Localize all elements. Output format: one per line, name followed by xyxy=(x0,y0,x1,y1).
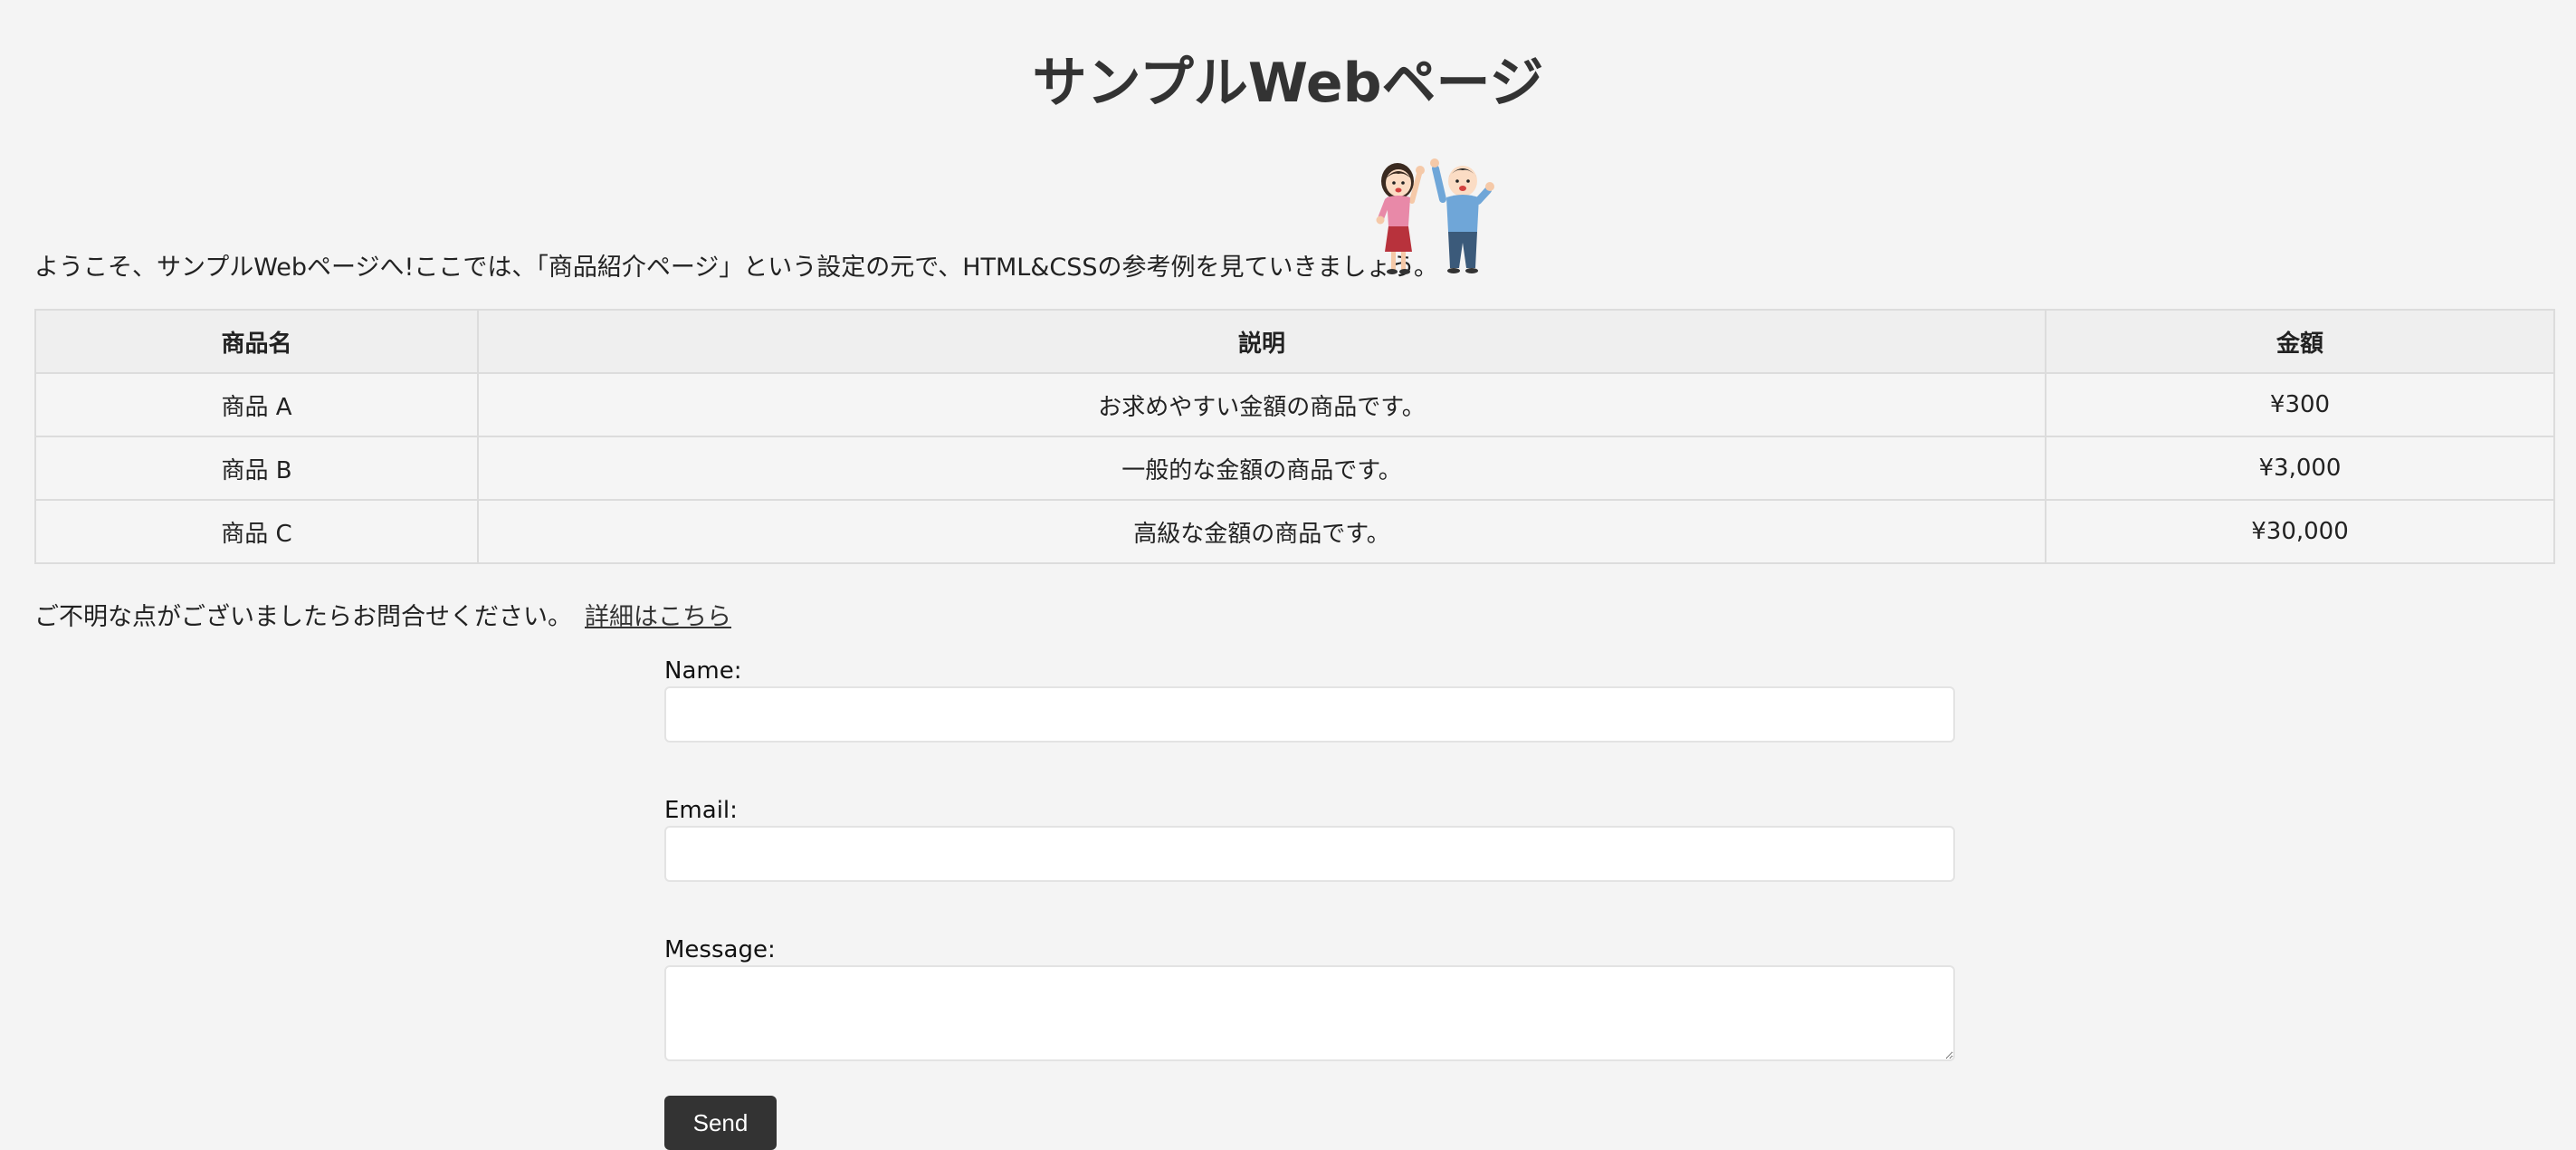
notice-text: ご不明な点がございましたらお問合せください。 xyxy=(34,603,572,631)
name-label: Name: xyxy=(664,657,742,685)
product-description-cell: お求めやすい金額の商品です。 xyxy=(477,372,2046,437)
page-title: サンプルWebページ xyxy=(1032,52,1544,115)
message-label: Message: xyxy=(664,936,776,963)
message-field[interactable] xyxy=(664,965,1955,1061)
product-price-cell: ¥30,000 xyxy=(2045,499,2555,564)
intro-text: ようこそ、サンプルWebページへ!ここでは、「商品紹介ページ」という設定の元で、… xyxy=(34,254,1438,282)
email-field[interactable] xyxy=(664,826,1955,882)
details-link[interactable]: 詳細はこちら xyxy=(585,603,731,631)
send-button[interactable]: Send xyxy=(664,1096,777,1150)
boy-figure xyxy=(1430,158,1494,273)
email-label: Email: xyxy=(664,797,738,824)
table-row: 商品 B 一般的な金額の商品です。 ¥3,000 xyxy=(34,436,2555,501)
cheering-couple-illustration xyxy=(1376,158,1494,274)
product-price-cell: ¥300 xyxy=(2045,372,2555,437)
name-field[interactable] xyxy=(664,686,1955,743)
header-description: 説明 xyxy=(477,309,2046,374)
product-name-cell: 商品 C xyxy=(34,499,479,564)
table-row: 商品 C 高級な金額の商品です。 ¥30,000 xyxy=(34,499,2555,564)
product-description-cell: 高級な金額の商品です。 xyxy=(477,499,2046,564)
header-product-name: 商品名 xyxy=(34,309,479,374)
table-header-row: 商品名 説明 金額 xyxy=(34,309,2555,374)
page: サンプルWebページ ようこそ、サンプルWebページへ!ここでは、「商品紹介ペー… xyxy=(0,0,2576,1150)
table-row: 商品 A お求めやすい金額の商品です。 ¥300 xyxy=(34,372,2555,437)
girl-figure xyxy=(1376,163,1425,274)
inquiry-notice: ご不明な点がございましたらお問合せください。 詳細はこちら xyxy=(34,599,731,636)
contact-form: Name: Email: Message: Send xyxy=(664,656,1955,1150)
product-price-cell: ¥3,000 xyxy=(2045,436,2555,501)
product-name-cell: 商品 B xyxy=(34,436,479,501)
product-description-cell: 一般的な金額の商品です。 xyxy=(477,436,2046,501)
products-table: 商品名 説明 金額 商品 A お求めやすい金額の商品です。 ¥300 商品 B … xyxy=(34,309,2555,564)
product-name-cell: 商品 A xyxy=(34,372,479,437)
header-price: 金額 xyxy=(2045,309,2555,374)
